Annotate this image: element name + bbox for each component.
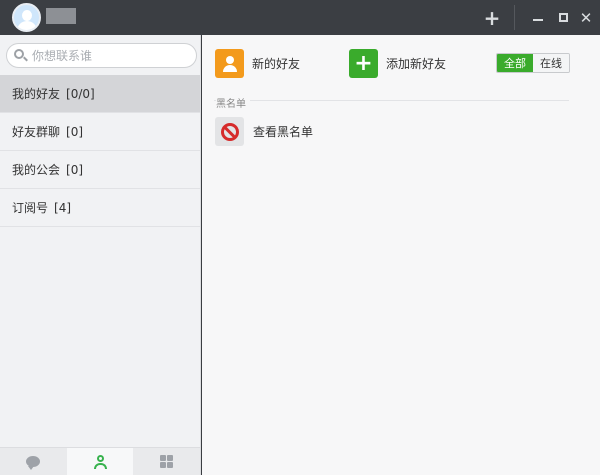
sidebar-item-count: [4] bbox=[54, 200, 72, 215]
search-box[interactable] bbox=[6, 43, 197, 68]
minimize-button[interactable] bbox=[530, 0, 546, 35]
sidebar-item-subscriptions[interactable]: 订阅号 [4] bbox=[0, 189, 200, 227]
ban-icon bbox=[220, 122, 239, 141]
sidebar-item-label: 我的好友 bbox=[12, 87, 61, 101]
sidebar-item-count: [0] bbox=[66, 162, 84, 177]
contacts-icon bbox=[93, 454, 107, 469]
tab-chat[interactable] bbox=[0, 448, 67, 475]
sidebar-item-count: [0] bbox=[66, 124, 84, 139]
plus-icon: + bbox=[349, 49, 378, 78]
title-bar: + ✕ bbox=[0, 0, 600, 35]
sidebar-item-group-chats[interactable]: 好友群聊 [0] bbox=[0, 113, 200, 151]
search-input[interactable] bbox=[32, 48, 192, 63]
tab-apps[interactable] bbox=[133, 448, 200, 475]
username-placeholder[interactable] bbox=[46, 8, 76, 24]
sidebar-item-my-friends[interactable]: 我的好友 [0/0] bbox=[0, 75, 200, 113]
maximize-icon bbox=[558, 13, 568, 22]
sidebar-item-label: 我的公会 bbox=[12, 163, 61, 177]
title-divider bbox=[514, 5, 515, 30]
sidebar-item-label: 好友群聊 bbox=[12, 125, 61, 139]
apps-icon bbox=[160, 455, 174, 468]
add-button[interactable]: + bbox=[478, 0, 506, 35]
tab-contacts[interactable] bbox=[66, 448, 134, 475]
minimize-icon bbox=[533, 18, 543, 21]
avatar[interactable] bbox=[12, 3, 41, 32]
avatar-head-icon bbox=[22, 10, 32, 21]
sidebar-item-label: 订阅号 bbox=[12, 201, 49, 215]
sidebar: 我的好友 [0/0] 好友群聊 [0] 我的公会 [0] 订阅号 [4] bbox=[0, 35, 201, 475]
blacklist-section-title: 黑名单 bbox=[216, 95, 250, 110]
sidebar-item-count: [0/0] bbox=[66, 86, 95, 101]
new-friend-icon bbox=[215, 49, 244, 78]
add-friend-label: 添加新好友 bbox=[386, 57, 447, 71]
blacklist-tile bbox=[215, 117, 244, 146]
main-panel: 新的好友 + 添加新好友 全部 在线 黑名单 查看黑名单 bbox=[202, 35, 600, 475]
new-friends-button[interactable]: 新的好友 bbox=[215, 49, 300, 78]
view-blacklist-button[interactable]: 查看黑名单 bbox=[215, 117, 313, 146]
search-icon bbox=[14, 49, 28, 62]
maximize-button[interactable] bbox=[555, 0, 571, 35]
avatar-body-icon bbox=[17, 21, 37, 30]
new-friends-label: 新的好友 bbox=[252, 57, 301, 71]
view-blacklist-label: 查看黑名单 bbox=[253, 125, 314, 139]
contact-group-list: 我的好友 [0/0] 好友群聊 [0] 我的公会 [0] 订阅号 [4] bbox=[0, 75, 200, 227]
section-divider bbox=[214, 100, 569, 101]
online-filter-toggle: 全部 在线 bbox=[496, 53, 570, 73]
close-button[interactable]: ✕ bbox=[578, 0, 594, 35]
filter-all-button[interactable]: 全部 bbox=[497, 54, 533, 72]
chat-icon bbox=[26, 456, 41, 470]
add-friend-button[interactable]: + 添加新好友 bbox=[349, 49, 446, 78]
filter-online-button[interactable]: 在线 bbox=[533, 54, 569, 72]
sidebar-item-my-guilds[interactable]: 我的公会 [0] bbox=[0, 151, 200, 189]
bottom-tab-bar bbox=[0, 447, 200, 475]
